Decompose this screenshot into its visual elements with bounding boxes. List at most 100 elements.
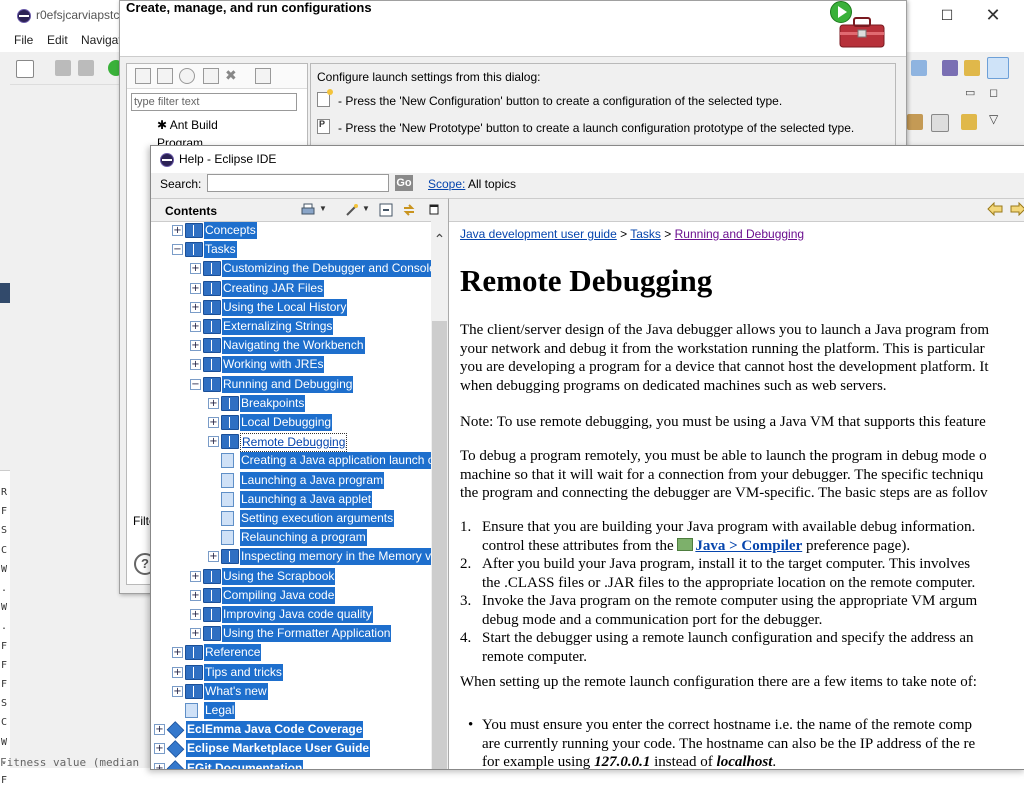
toc-item-label: Using the Formatter Application (222, 625, 392, 643)
collapse-icon[interactable]: − (172, 244, 183, 256)
toc-item-label: Running and Debugging (222, 375, 354, 393)
new-icon[interactable] (16, 60, 34, 78)
expand-icon[interactable]: + (208, 417, 219, 428)
save-icon[interactable] (55, 60, 71, 76)
preference-page-icon (677, 537, 694, 551)
book-icon (185, 242, 203, 258)
toc-item-label: Concepts (204, 222, 257, 239)
expand-icon[interactable]: + (154, 762, 165, 769)
expand-icon[interactable]: + (190, 570, 201, 582)
view-menu-chevron-icon[interactable]: ▽ (989, 112, 998, 126)
expand-icon[interactable]: + (190, 589, 201, 601)
new-prototype-icon[interactable] (157, 68, 173, 84)
hierarchy-icon[interactable] (907, 114, 923, 130)
menu-edit[interactable]: Edit (47, 33, 68, 47)
menu-navigate[interactable]: Navigat (81, 33, 122, 47)
expand-icon[interactable]: + (154, 743, 165, 755)
expand-icon[interactable]: + (172, 647, 183, 659)
step-number: 1. (460, 519, 472, 535)
java-perspective-icon[interactable] (964, 60, 980, 76)
tree-item-ant-build[interactable]: ✱ Ant Build (157, 118, 218, 132)
breadcrumb-link-tasks[interactable]: Tasks (630, 227, 661, 241)
expand-icon[interactable]: + (208, 397, 219, 409)
expand-icon[interactable]: + (190, 321, 201, 332)
debug-perspective-icon[interactable] (942, 60, 958, 76)
collapse-all-icon[interactable] (379, 203, 393, 217)
paragraph-line: machine so that it will wait for a conne… (460, 466, 984, 483)
link-with-contents-icon[interactable] (402, 203, 416, 217)
expand-icon[interactable]: + (208, 551, 219, 563)
contents-header: Contents ▼ ▼ (151, 199, 448, 222)
go-button[interactable]: Go (395, 175, 413, 191)
config-intro-text: Configure launch settings from this dial… (317, 70, 541, 84)
forward-icon[interactable] (1010, 202, 1024, 216)
menu-file[interactable]: File (14, 33, 33, 47)
expand-icon[interactable]: + (208, 436, 219, 448)
maximize-view-icon[interactable] (427, 203, 441, 217)
breadcrumb-link-guide[interactable]: Java development user guide (460, 227, 617, 241)
expand-icon[interactable]: + (190, 609, 201, 620)
breadcrumb-link-running[interactable]: Running and Debugging (675, 227, 804, 241)
toc-item-label: Improving Java code quality (222, 606, 373, 623)
content-toolbar (449, 199, 1024, 222)
open-perspective-icon[interactable] (911, 60, 927, 76)
print-dropdown-icon[interactable]: ▼ (319, 204, 327, 213)
book-icon (221, 549, 239, 565)
step-text: preference page). (805, 537, 911, 554)
back-icon[interactable] (987, 202, 1003, 216)
expand-icon[interactable]: + (190, 628, 201, 640)
book-icon (203, 357, 221, 373)
duplicate-config-icon[interactable] (203, 68, 219, 84)
expand-icon[interactable]: + (190, 263, 201, 275)
contents-scrollbar[interactable]: ⌃ (431, 221, 448, 769)
delete-config-icon[interactable]: ✖ (225, 68, 239, 82)
perspective-active-icon[interactable] (987, 57, 1009, 79)
collapse-icon[interactable]: − (190, 378, 201, 390)
book-icon (203, 568, 221, 584)
expand-icon[interactable]: + (190, 301, 201, 313)
expand-icon[interactable]: + (154, 724, 165, 736)
expand-icon[interactable]: + (172, 685, 183, 697)
step-4: 4. Start the debugger using a remote lau… (460, 629, 1024, 666)
scroll-up-icon[interactable]: ⌃ (431, 231, 448, 247)
collapse-all-icon[interactable] (255, 68, 271, 84)
expand-icon[interactable]: + (190, 340, 201, 352)
window-close-button[interactable]: ✕ (973, 4, 1013, 26)
toc-item-label: Setting execution arguments (240, 510, 395, 527)
note-paragraph: Note: To use remote debugging, you must … (460, 414, 986, 430)
view-maximize-icon[interactable]: ◻ (989, 86, 998, 99)
print-icon[interactable] (301, 203, 315, 217)
save-all-icon[interactable] (78, 60, 94, 76)
view-minimize-icon[interactable]: ▭ (965, 86, 975, 99)
new-config-icon[interactable] (135, 68, 151, 84)
book-collection-icon (166, 759, 185, 769)
window-maximize-button[interactable]: ☐ (927, 4, 967, 26)
book-icon (221, 434, 239, 450)
export-config-icon[interactable] (179, 68, 195, 84)
expand-icon[interactable]: + (190, 359, 201, 371)
expand-icon[interactable]: + (172, 666, 183, 678)
book-icon (203, 376, 221, 392)
step-3: 3. Invoke the Java program on the remote… (460, 592, 1024, 629)
scope-link[interactable]: Scope: (428, 177, 465, 191)
bullet-line: are currently running your code. The hos… (482, 735, 976, 752)
step-line: Ensure that you are building your Java p… (482, 519, 976, 535)
link-icon[interactable] (961, 114, 977, 130)
expand-icon[interactable]: + (190, 282, 201, 294)
toc-item-label: Using the Scrapbook (222, 567, 336, 585)
toc-item-label: Reference (204, 644, 262, 662)
highlight-dropdown-icon[interactable]: ▼ (362, 204, 370, 213)
type-filter-input[interactable] (131, 93, 297, 111)
search-input[interactable] (207, 174, 389, 192)
topic-page-icon (221, 453, 234, 469)
scroll-thumb[interactable] (432, 321, 447, 769)
highlight-search-icon[interactable] (345, 203, 359, 217)
new-prototype-icon (317, 119, 330, 134)
toc-item-label: Legal (204, 702, 236, 719)
collapse-icon[interactable] (931, 114, 949, 132)
topic-page-icon (221, 491, 234, 507)
book-icon (203, 319, 221, 334)
instruction-text: - Press the 'New Prototype' button to cr… (338, 121, 855, 135)
expand-icon[interactable]: + (172, 225, 183, 236)
java-compiler-link[interactable]: Java > Compiler (695, 538, 802, 554)
